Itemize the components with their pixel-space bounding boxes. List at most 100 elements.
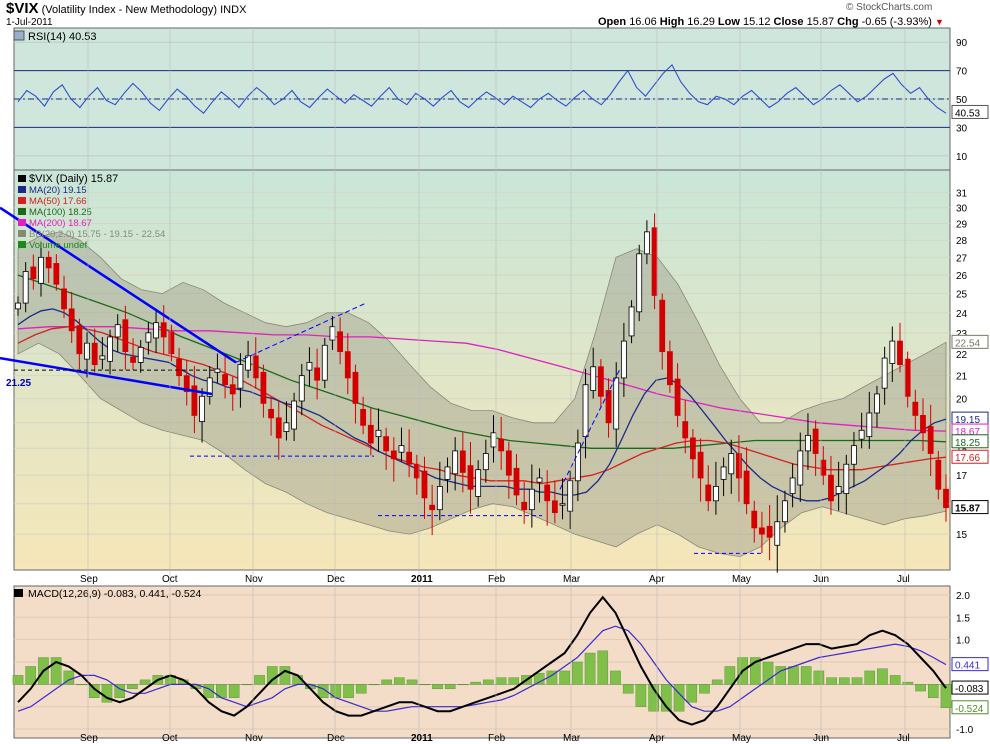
candle-body bbox=[375, 429, 382, 438]
candle-body bbox=[68, 308, 75, 332]
macd-histogram-bar bbox=[610, 670, 621, 685]
x-tick-label-bottom: Sep bbox=[80, 733, 98, 744]
candle-body bbox=[536, 477, 543, 483]
candle-body bbox=[728, 453, 735, 475]
candle-body bbox=[153, 322, 159, 339]
candle-body bbox=[406, 451, 413, 465]
price-legend-swatch bbox=[18, 230, 26, 237]
candle-body bbox=[413, 463, 420, 479]
candle-body bbox=[851, 445, 857, 465]
macd-histogram-bar bbox=[559, 670, 570, 685]
candle-body bbox=[498, 438, 505, 452]
candle-body bbox=[352, 371, 359, 404]
candle-body bbox=[160, 322, 167, 338]
candle-body bbox=[329, 326, 336, 341]
candle-body bbox=[613, 377, 620, 430]
candle-body bbox=[45, 256, 52, 269]
candle-body bbox=[736, 453, 742, 479]
candle-body bbox=[843, 463, 850, 494]
candle-body bbox=[122, 319, 129, 353]
macd-histogram-bar bbox=[355, 684, 367, 694]
candle-body bbox=[475, 469, 482, 497]
candle-body bbox=[337, 331, 344, 353]
candle-body bbox=[467, 465, 474, 490]
macd-histogram-bar bbox=[419, 684, 431, 686]
candle-body bbox=[567, 480, 574, 512]
candle-body bbox=[574, 442, 581, 482]
price-panel: 151617181920212223242526272829303121.25$… bbox=[0, 169, 989, 573]
price-legend-entry: BB(20,2.0) 15.75 - 19.15 - 22.54 bbox=[29, 229, 165, 240]
macd-tick-label: 2.0 bbox=[956, 591, 970, 602]
candle-body bbox=[30, 266, 37, 280]
macd-histogram-bar bbox=[343, 684, 354, 698]
macd-histogram-bar bbox=[826, 677, 837, 685]
candle-body bbox=[551, 500, 558, 514]
macd-histogram-bar bbox=[127, 684, 138, 690]
candle-body bbox=[620, 340, 627, 379]
candle-body bbox=[889, 340, 896, 364]
candle-body bbox=[597, 366, 604, 397]
candle-body bbox=[306, 362, 313, 371]
candle-body bbox=[636, 253, 643, 313]
price-tick-label: 21 bbox=[956, 372, 968, 383]
candle-body bbox=[544, 484, 551, 502]
macd-histogram-bar bbox=[228, 684, 240, 698]
macd-histogram-bar bbox=[139, 679, 151, 685]
candle-body bbox=[222, 374, 228, 386]
candle-body bbox=[91, 342, 98, 365]
candle-body bbox=[268, 408, 274, 419]
price-tick-label: 22 bbox=[956, 350, 968, 361]
macd-histogram-bar bbox=[368, 684, 380, 686]
rsi-panel: 10 30 50 70 90 RSI(14) 40.53 40.53 bbox=[13, 27, 989, 171]
candle-body bbox=[367, 424, 374, 444]
macd-histogram-bar bbox=[915, 684, 926, 692]
macd-histogram-bar bbox=[889, 675, 901, 685]
candle-body bbox=[697, 451, 704, 479]
candle-body bbox=[659, 299, 666, 353]
candle-body bbox=[314, 367, 321, 381]
candle-body bbox=[582, 384, 589, 438]
macd-histogram-bar bbox=[851, 677, 863, 685]
candle-body bbox=[229, 384, 236, 395]
candle-body bbox=[759, 527, 765, 535]
price-tick-label: 28 bbox=[956, 236, 968, 247]
x-tick-label-bottom: Nov bbox=[245, 733, 263, 744]
candle-body bbox=[881, 357, 888, 389]
macd-histogram-bar bbox=[928, 684, 939, 698]
x-tick-label-bottom: Jun bbox=[813, 733, 829, 744]
candle-body bbox=[390, 450, 397, 460]
candle-body bbox=[429, 504, 436, 511]
candle-body bbox=[38, 256, 44, 284]
price-tick-label: 29 bbox=[956, 220, 968, 231]
candle-body bbox=[145, 332, 152, 343]
price-legend-swatch bbox=[18, 186, 26, 193]
candle-body bbox=[897, 340, 903, 365]
candle-body bbox=[114, 324, 121, 338]
candle-body bbox=[53, 263, 60, 285]
price-value-tag: 18.25 bbox=[955, 438, 980, 449]
candle-body bbox=[383, 436, 390, 452]
macd-histogram-bar bbox=[839, 677, 850, 685]
candle-body bbox=[130, 356, 136, 363]
macd-histogram-bar bbox=[622, 684, 634, 694]
candle-body bbox=[904, 358, 911, 397]
candle-body bbox=[137, 346, 144, 363]
candle-body bbox=[805, 434, 811, 452]
candle-body bbox=[360, 408, 367, 426]
candle-body bbox=[15, 302, 21, 310]
macd-histogram-bar bbox=[572, 661, 583, 685]
candle-body bbox=[628, 306, 635, 337]
x-tick-label-bottom: Apr bbox=[649, 733, 665, 744]
candle-body bbox=[528, 488, 535, 511]
candle-body bbox=[521, 501, 528, 511]
macd-tick-label: 1.0 bbox=[956, 636, 970, 647]
price-tick-label: 20 bbox=[956, 395, 968, 406]
price-tick-label: 26 bbox=[956, 271, 968, 282]
macd-histogram-bar bbox=[279, 666, 291, 685]
rsi-legend: RSI(14) 40.53 bbox=[28, 31, 96, 43]
candle-body bbox=[482, 453, 489, 471]
candle-body bbox=[866, 412, 873, 438]
x-tick-label: Mar bbox=[563, 574, 581, 585]
macd-histogram-bar bbox=[877, 668, 888, 685]
price-tick-label: 15 bbox=[956, 530, 968, 541]
